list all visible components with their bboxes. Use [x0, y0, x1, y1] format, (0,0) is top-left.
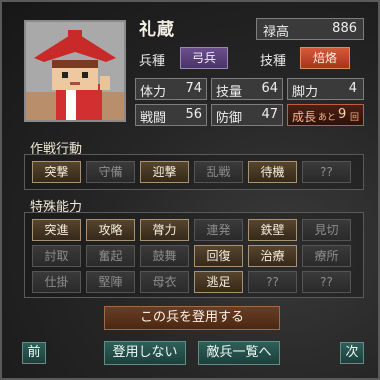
ability-1-1-button[interactable]: 奮起 — [86, 245, 135, 267]
portrait-image — [26, 22, 124, 120]
tactic-1-button[interactable]: 守備 — [86, 161, 135, 183]
stat-speed: 脚力 4 — [287, 78, 364, 100]
tactic-5-button[interactable]: ?? — [302, 161, 351, 183]
ability-0-2-button[interactable]: 膂力 — [140, 219, 189, 241]
ability-0-4-button[interactable]: 鉄壁 — [248, 219, 297, 241]
ability-1-4-button[interactable]: 治療 — [248, 245, 297, 267]
decline-button[interactable]: 登用しない — [104, 341, 186, 365]
stipend-value: 886 — [332, 21, 357, 36]
ability-2-1-button[interactable]: 堅陣 — [86, 271, 135, 293]
character-portrait — [24, 20, 126, 122]
stat-stamina-value: 74 — [185, 81, 202, 96]
stat-speed-label: 脚力 — [292, 85, 319, 100]
next-button[interactable]: 次 — [340, 342, 364, 364]
growth-small-label: あと — [318, 113, 337, 123]
ability-2-4-button[interactable]: ?? — [248, 271, 297, 293]
skill-type-value: 焙烙 — [300, 47, 350, 69]
ability-1-3-button[interactable]: 回復 — [194, 245, 243, 267]
unit-type-value: 弓兵 — [180, 47, 228, 69]
stat-skill-value: 64 — [261, 81, 278, 96]
ability-0-5-button[interactable]: 見切 — [302, 219, 351, 241]
ability-1-0-button[interactable]: 討取 — [32, 245, 81, 267]
stipend-label: 禄高 — [263, 25, 290, 40]
ability-2-3-button[interactable]: 逃足 — [194, 271, 243, 293]
tactics-section: 突撃 守備 迎撃 乱戦 待機?? — [24, 154, 364, 190]
growth-value: 9 — [338, 107, 347, 122]
stat-skill-label: 技量 — [216, 85, 243, 100]
ability-0-0-button[interactable]: 突進 — [32, 219, 81, 241]
growth-suffix: 回 — [350, 113, 360, 123]
abilities-section: 突進 攻略 膂力 連発 鉄壁 見切討取 奮起 鼓舞 回復 治療 療所仕掛 堅陣 母衣 逃足???? — [24, 212, 364, 298]
ability-1-2-button[interactable]: 鼓舞 — [140, 245, 189, 267]
ability-0-3-button[interactable]: 連発 — [194, 219, 243, 241]
stat-defense: 防御 47 — [211, 104, 283, 126]
character-name: 礼蔵 — [139, 20, 175, 40]
unit-type-label: 兵種 — [139, 54, 166, 69]
stipend-box: 禄高 886 — [256, 18, 364, 40]
stat-defense-value: 47 — [261, 107, 278, 122]
ability-2-2-button[interactable]: 母衣 — [140, 271, 189, 293]
ability-1-5-button[interactable]: 療所 — [302, 245, 351, 267]
ability-0-1-button[interactable]: 攻略 — [86, 219, 135, 241]
tactic-0-button[interactable]: 突撃 — [32, 161, 81, 183]
stat-speed-value: 4 — [348, 81, 357, 96]
stat-combat-value: 56 — [185, 107, 202, 122]
tactic-2-button[interactable]: 迎撃 — [140, 161, 189, 183]
stat-skill: 技量 64 — [211, 78, 283, 100]
stat-defense-label: 防御 — [216, 111, 243, 126]
tactic-3-button[interactable]: 乱戦 — [194, 161, 243, 183]
recruit-button[interactable]: この兵を登用する — [104, 306, 280, 330]
prev-button[interactable]: 前 — [22, 342, 46, 364]
ability-2-0-button[interactable]: 仕掛 — [32, 271, 81, 293]
skill-type-label: 技種 — [260, 54, 287, 69]
stat-combat: 戦闘 56 — [135, 104, 207, 126]
growth-label: 成長 — [292, 110, 317, 124]
growth-remaining: 成長 あと 9 回 — [287, 104, 364, 126]
stat-stamina-label: 体力 — [140, 85, 167, 100]
ability-2-5-button[interactable]: ?? — [302, 271, 351, 293]
stat-stamina: 体力 74 — [135, 78, 207, 100]
stat-combat-label: 戦闘 — [140, 111, 167, 126]
tactic-4-button[interactable]: 待機 — [248, 161, 297, 183]
unit-detail-panel: 礼蔵 禄高 886 兵種 弓兵 技種 焙烙 体力 74 技量 64 脚力 4 戦… — [0, 0, 380, 380]
enemy-list-button[interactable]: 敵兵一覧へ — [198, 341, 280, 365]
